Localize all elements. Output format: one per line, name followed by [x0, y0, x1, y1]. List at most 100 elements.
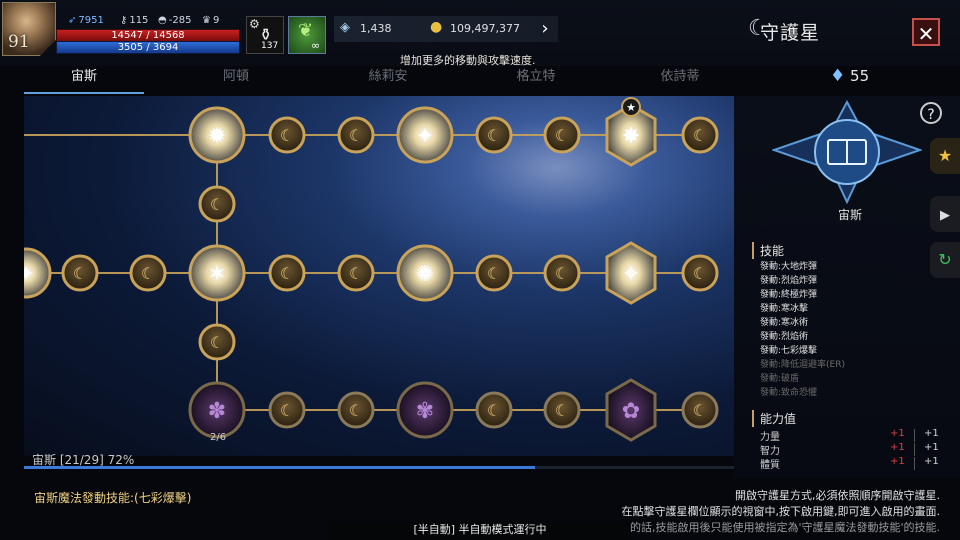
attr-total: +1 — [924, 442, 939, 453]
attr-name: 智力 — [760, 446, 780, 457]
stat-wing: ➶ 7951 — [68, 15, 104, 26]
mp-text: 3505 / 3694 — [117, 42, 179, 53]
svg-text:☾: ☾ — [487, 401, 501, 420]
svg-text:✺: ✺ — [416, 262, 434, 287]
svg-text:☾: ☾ — [349, 401, 363, 420]
gem-icon: ◈ — [340, 20, 350, 35]
svg-text:☾: ☾ — [210, 195, 224, 214]
svg-text:☾: ☾ — [73, 264, 87, 283]
svg-text:✧: ✧ — [622, 262, 640, 287]
svg-text:☾: ☾ — [280, 401, 294, 420]
key-icon: ⚷ — [120, 15, 128, 26]
svg-text:☾: ☾ — [693, 264, 707, 283]
attr-divider — [914, 443, 915, 456]
svg-text:✽: ✽ — [208, 399, 226, 424]
gold-count: 109,497,377 — [450, 22, 520, 35]
buff-count: 137 — [261, 41, 279, 51]
close-icon: ✕ — [917, 22, 935, 46]
attr-total: +1 — [924, 456, 939, 467]
side-tab-swirl[interactable]: ↻ — [930, 242, 960, 278]
svg-text:☾: ☾ — [349, 264, 363, 283]
tab-zeus[interactable]: 宙斯 — [24, 66, 144, 94]
infinity-icon: ∞ — [311, 39, 321, 52]
skill-item: 發動:寒冰術 — [760, 318, 809, 328]
leaf-icon: ❦ — [298, 20, 314, 41]
svg-text:☾: ☾ — [280, 264, 294, 283]
crystal-counter: ♦ 55 — [830, 66, 869, 86]
svg-text:☾: ☾ — [555, 401, 569, 420]
skill-item: 發動:烈焰炸彈 — [760, 276, 818, 286]
svg-text:✾: ✾ — [416, 399, 434, 424]
svg-text:✿: ✿ — [622, 399, 640, 424]
attr-bonus: +1 — [890, 456, 905, 467]
svg-text:☾: ☾ — [487, 264, 501, 283]
attr-name: 體質 — [760, 460, 780, 471]
skill-item: 發動:寒冰擊 — [760, 304, 809, 314]
svg-text:☾: ☾ — [693, 401, 707, 420]
player-level: 91 — [8, 32, 30, 52]
tab-silian[interactable]: 絲莉安 — [328, 66, 448, 94]
skill-item: 發動:終極炸彈 — [760, 290, 818, 300]
desc-line-2: 在點擊守護星欄位顯示的視窗中,按下啟用鍵,即可進入啟用的畫面. — [621, 505, 941, 518]
svg-text:✹: ✹ — [208, 124, 226, 149]
skills-heading: 技能 — [752, 242, 784, 259]
tab-aton[interactable]: 阿頓 — [176, 66, 296, 94]
gold-coin-icon: ● — [430, 19, 443, 35]
tab-gelite[interactable]: 格立特 — [476, 66, 596, 94]
svg-text:✸: ✸ — [622, 124, 640, 149]
buff-potion[interactable]: ⚙ ⚱ 137 — [246, 16, 284, 54]
attr-divider — [914, 429, 915, 442]
close-button[interactable]: ✕ — [912, 18, 940, 46]
stat-trophy: ♛ 9 — [202, 15, 220, 26]
svg-text:✦: ✦ — [416, 124, 434, 149]
wing-icon: ➶ — [68, 15, 77, 26]
skill-item: 發動:烈焰術 — [760, 332, 809, 342]
magic-skill-label: 宙斯魔法發動技能:(七彩爆擊) — [34, 491, 192, 505]
star-icon: ★ — [937, 146, 953, 165]
svg-text:☾: ☾ — [555, 126, 569, 145]
attr-divider — [914, 457, 915, 470]
attr-total: +1 — [924, 428, 939, 439]
swirl-icon: ↻ — [938, 250, 952, 269]
page-title: 守護星 — [760, 22, 821, 44]
side-tab-play[interactable]: ▶ — [930, 196, 960, 232]
svg-text:☾: ☾ — [555, 264, 569, 283]
star-icon: ★ — [626, 101, 636, 114]
crystal-count: 55 — [850, 67, 870, 85]
skill-item: 發動:破盾 — [760, 374, 800, 384]
currency-expand-button[interactable]: › — [532, 16, 558, 42]
stat-key: ⚷ 115 — [120, 15, 149, 26]
svg-text:☾: ☾ — [349, 126, 363, 145]
svg-text:☾: ☾ — [280, 126, 294, 145]
crystal-icon: ♦ — [830, 66, 846, 86]
chevron-right-icon: › — [541, 18, 549, 39]
svg-text:☾: ☾ — [487, 126, 501, 145]
svg-text:✶: ✶ — [208, 262, 226, 287]
help-button[interactable]: ? — [920, 102, 942, 124]
constellation-board: ★ ☾ ☾ ☾ ☾ ☾ ☾ ☾ ☾ ☾ ☾ ☾ ☾ ☾ ☾ ☾ ☾ ☾ ☾ ☾ ✹ — [24, 96, 734, 456]
auto-mode-status: [半自動] 半自動模式運行中 — [330, 521, 630, 540]
hp-text: 14547 / 14568 — [111, 30, 185, 41]
tab-bar: 宙斯 阿頓 絲莉安 格立特 依詩蒂 — [24, 66, 734, 94]
attr-bonus: +1 — [890, 428, 905, 439]
trophy-icon: ♛ — [202, 15, 211, 26]
tab-yishidi[interactable]: 依詩蒂 — [620, 66, 740, 94]
side-tab-star[interactable]: ★ — [930, 138, 960, 174]
question-icon: ? — [927, 107, 935, 123]
buff-leaf[interactable]: ❦ ∞ — [288, 16, 326, 54]
skill-item: 發動:七彩爆擊 — [760, 346, 818, 356]
svg-text:✦: ✦ — [24, 262, 35, 287]
helmet-icon: ◓ — [158, 15, 167, 26]
guardian-name: 宙斯 — [837, 208, 862, 222]
skill-item: 發動:大地炸彈 — [760, 262, 818, 272]
progress-fill — [24, 466, 536, 469]
desc-line-3: 發動技能的話,技能啟用後只能使用被指定為'守護星魔法發動技能'的技能. — [585, 521, 940, 534]
skill-item: 發動:降低迴避率(ER) — [760, 360, 845, 370]
play-icon: ▶ — [940, 208, 950, 223]
svg-text:☾: ☾ — [210, 333, 224, 352]
attr-name: 力量 — [760, 432, 780, 443]
gem-count: 1,438 — [360, 22, 392, 35]
zeus-emblem — [770, 99, 924, 205]
svg-text:☾: ☾ — [693, 126, 707, 145]
attr-bonus: +1 — [890, 442, 905, 453]
